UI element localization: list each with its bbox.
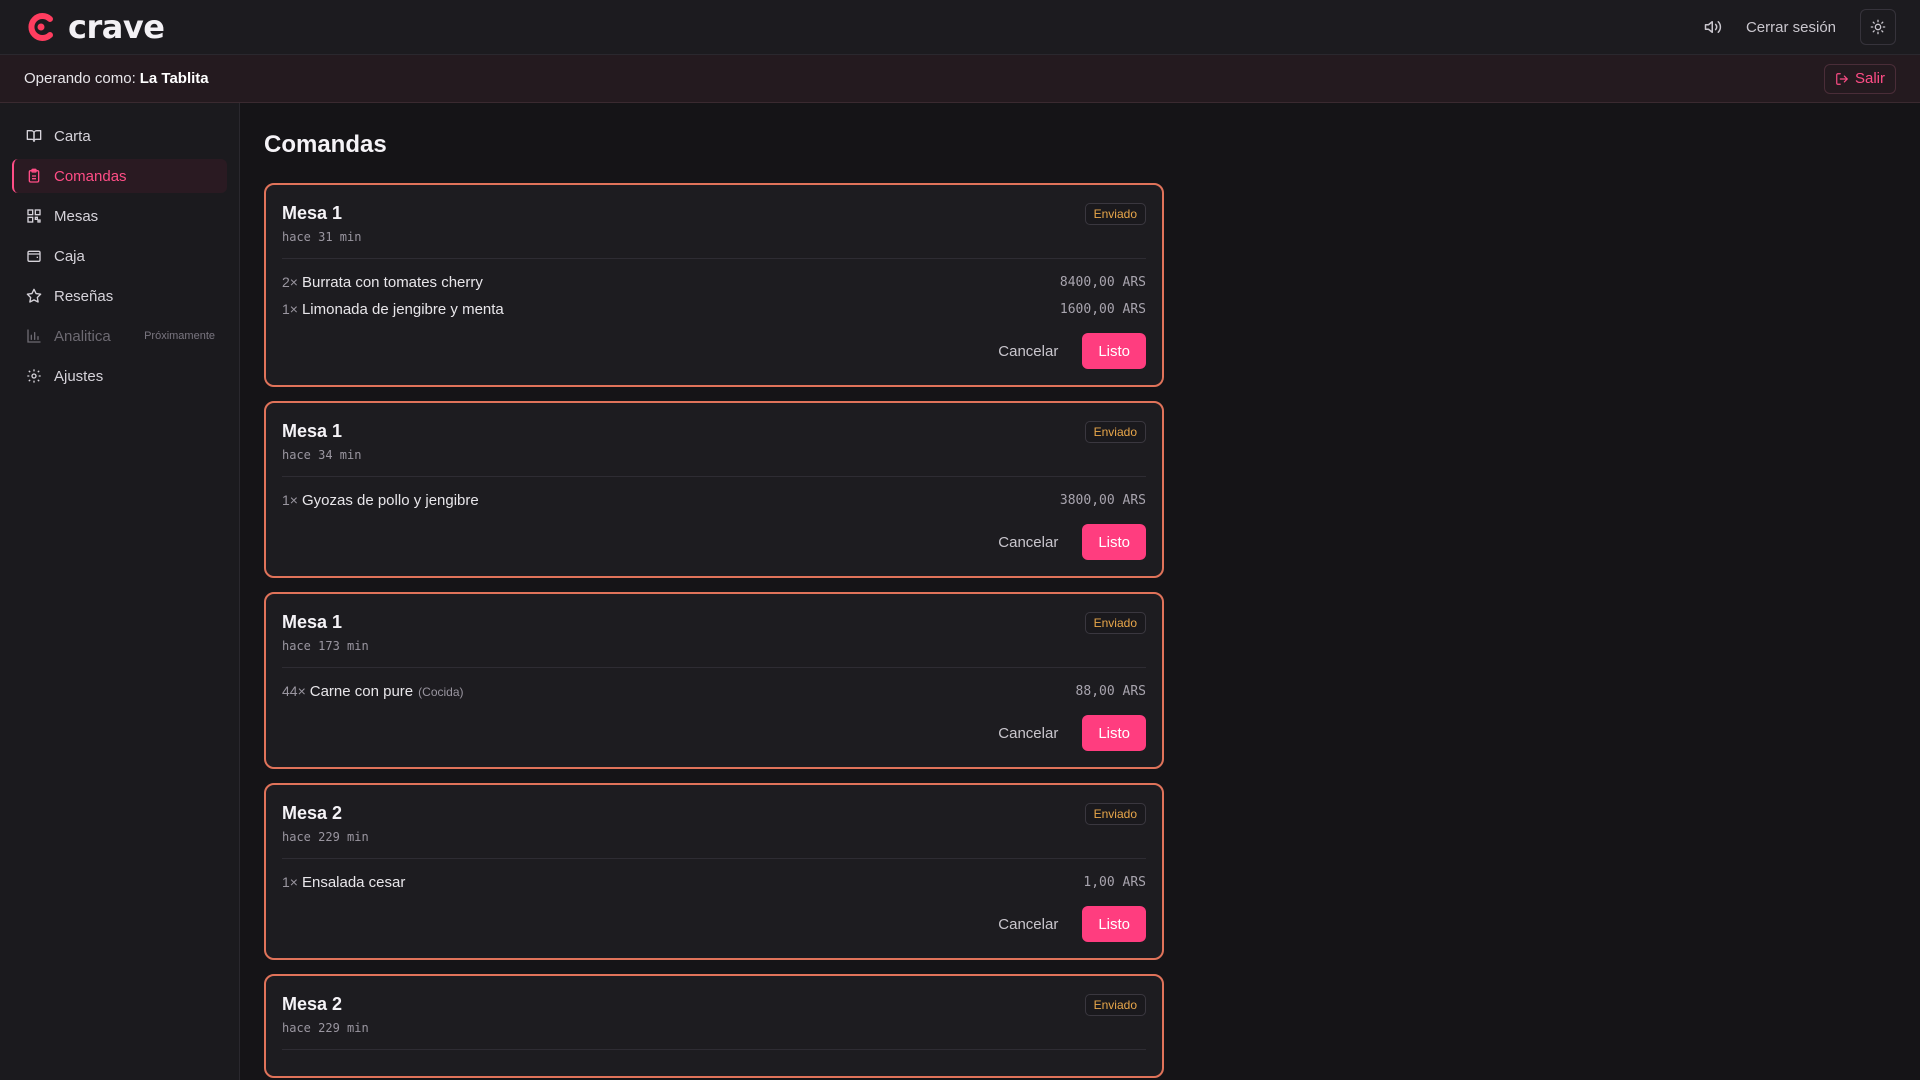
order-item: 2× Burrata con tomates cherry 8400,00 AR… <box>282 269 1146 296</box>
order-table-name: Mesa 2 <box>282 994 343 1014</box>
order-time: hace 229 min <box>282 830 369 844</box>
ready-button[interactable]: Listo <box>1082 906 1146 942</box>
ready-button[interactable]: Listo <box>1082 333 1146 369</box>
logo[interactable]: crave <box>24 8 165 46</box>
divider <box>282 476 1146 477</box>
sidebar-item-label: Comandas <box>54 167 127 185</box>
status-badge: Enviado <box>1084 994 1146 1016</box>
ready-button[interactable]: Listo <box>1082 715 1146 751</box>
item-price: 1600,00 ARS <box>1059 302 1146 317</box>
order-card: Mesa 2 hace 229 min Enviado <box>264 974 1164 1078</box>
operating-restaurant-name: La Tablita <box>139 70 209 87</box>
sidebar-item-label: Carta <box>54 127 91 145</box>
main-content: Comandas Mesa 1 hace 31 min Enviado 2× B… <box>240 103 1920 1080</box>
order-card: Mesa 1 hace 34 min Enviado 1× Gyozas de … <box>264 401 1164 578</box>
exit-label: Salir <box>1854 70 1885 87</box>
divider <box>282 667 1146 668</box>
wallet-icon <box>27 250 41 262</box>
sidebar-item-carta[interactable]: Carta <box>12 119 227 153</box>
status-badge: Enviado <box>1084 612 1146 634</box>
order-item: 1× Ensalada cesar 1,00 ARS <box>282 869 1146 896</box>
order-item: 44× Carne con pure (Cocida) 88,00 ARS <box>282 678 1146 705</box>
item-price: 3800,00 ARS <box>1059 493 1146 508</box>
divider <box>282 858 1146 859</box>
cancel-button[interactable]: Cancelar <box>986 908 1070 941</box>
order-card: Mesa 1 hace 173 min Enviado 44× Carne co… <box>264 592 1164 769</box>
divider <box>282 258 1146 259</box>
item-name: Gyozas de pollo y jengibre <box>301 492 479 509</box>
order-table-name: Mesa 1 <box>282 203 343 223</box>
order-time: hace 31 min <box>282 230 362 244</box>
cancel-button[interactable]: Cancelar <box>986 526 1070 559</box>
item-quantity: 44× <box>282 683 306 699</box>
exit-icon <box>1836 72 1848 85</box>
sidebar-item-mesas[interactable]: Mesas <box>12 199 227 233</box>
ready-button[interactable]: Listo <box>1082 524 1146 560</box>
item-quantity: 2× <box>282 274 298 290</box>
item-quantity: 1× <box>282 492 298 508</box>
sidebar-item-analitica: Analitica Próximamente <box>12 319 227 353</box>
sidebar-item-resenas[interactable]: Reseñas <box>12 279 227 313</box>
sidebar-item-label: Reseñas <box>54 287 114 305</box>
order-card: Mesa 2 hace 229 min Enviado 1× Ensalada … <box>264 783 1164 960</box>
speaker-icon[interactable] <box>1698 12 1728 42</box>
book-icon <box>26 130 42 142</box>
divider <box>282 1049 1146 1050</box>
item-quantity: 1× <box>282 874 298 890</box>
order-item: 1× Gyozas de pollo y jengibre 3800,00 AR… <box>282 487 1146 514</box>
item-name: Ensalada cesar <box>301 874 406 891</box>
qr-grid-icon <box>27 209 41 223</box>
clipboard-icon <box>28 168 40 183</box>
cancel-button[interactable]: Cancelar <box>986 335 1070 368</box>
item-name: Limonada de jengibre y menta <box>301 301 504 318</box>
order-time: hace 34 min <box>282 448 362 462</box>
item-note: (Cocida) <box>418 685 464 699</box>
star-icon <box>26 288 42 303</box>
order-table-name: Mesa 2 <box>282 803 343 823</box>
sidebar: Carta Comandas Mesas Caja Reseñas Analit… <box>0 103 240 1080</box>
page-title: Comandas <box>264 131 387 158</box>
item-name: Carne con pure <box>309 683 414 700</box>
sidebar-item-label: Ajustes <box>54 367 104 385</box>
sidebar-item-label: Analitica <box>54 327 111 345</box>
status-badge: Enviado <box>1084 421 1146 443</box>
gear-icon <box>27 369 41 383</box>
item-price: 88,00 ARS <box>1075 684 1146 699</box>
operating-bar: Operando como: La Tablita Salir <box>0 55 1920 103</box>
order-time: hace 173 min <box>282 639 369 653</box>
cancel-button[interactable]: Cancelar <box>986 717 1070 750</box>
operating-label: Operando como: <box>24 70 136 87</box>
order-table-name: Mesa 1 <box>282 612 343 632</box>
logout-button[interactable]: Cerrar sesión <box>1746 19 1836 36</box>
bar-chart-icon <box>27 329 41 343</box>
sun-icon <box>1870 19 1886 35</box>
sidebar-item-label: Mesas <box>54 207 99 225</box>
sidebar-item-ajustes[interactable]: Ajustes <box>12 359 227 393</box>
sidebar-item-comandas[interactable]: Comandas <box>12 159 227 193</box>
order-card: Mesa 1 hace 31 min Enviado 2× Burrata co… <box>264 183 1164 387</box>
order-table-name: Mesa 1 <box>282 421 343 441</box>
sidebar-item-label: Caja <box>54 247 85 265</box>
item-quantity: 1× <box>282 301 298 317</box>
brand-name: crave <box>68 8 165 46</box>
exit-button[interactable]: Salir <box>1823 63 1896 94</box>
item-price: 8400,00 ARS <box>1059 275 1146 290</box>
order-time: hace 229 min <box>282 1021 369 1035</box>
theme-toggle-button[interactable] <box>1860 9 1896 45</box>
item-price: 1,00 ARS <box>1083 875 1146 890</box>
top-bar: crave Cerrar sesión <box>0 0 1920 55</box>
order-item: 1× Limonada de jengibre y menta 1600,00 … <box>282 296 1146 323</box>
brand-c-icon <box>24 10 58 44</box>
coming-soon-badge: Próximamente <box>144 330 215 342</box>
status-badge: Enviado <box>1084 203 1146 225</box>
status-badge: Enviado <box>1084 803 1146 825</box>
sidebar-item-caja[interactable]: Caja <box>12 239 227 273</box>
item-name: Burrata con tomates cherry <box>301 274 483 291</box>
